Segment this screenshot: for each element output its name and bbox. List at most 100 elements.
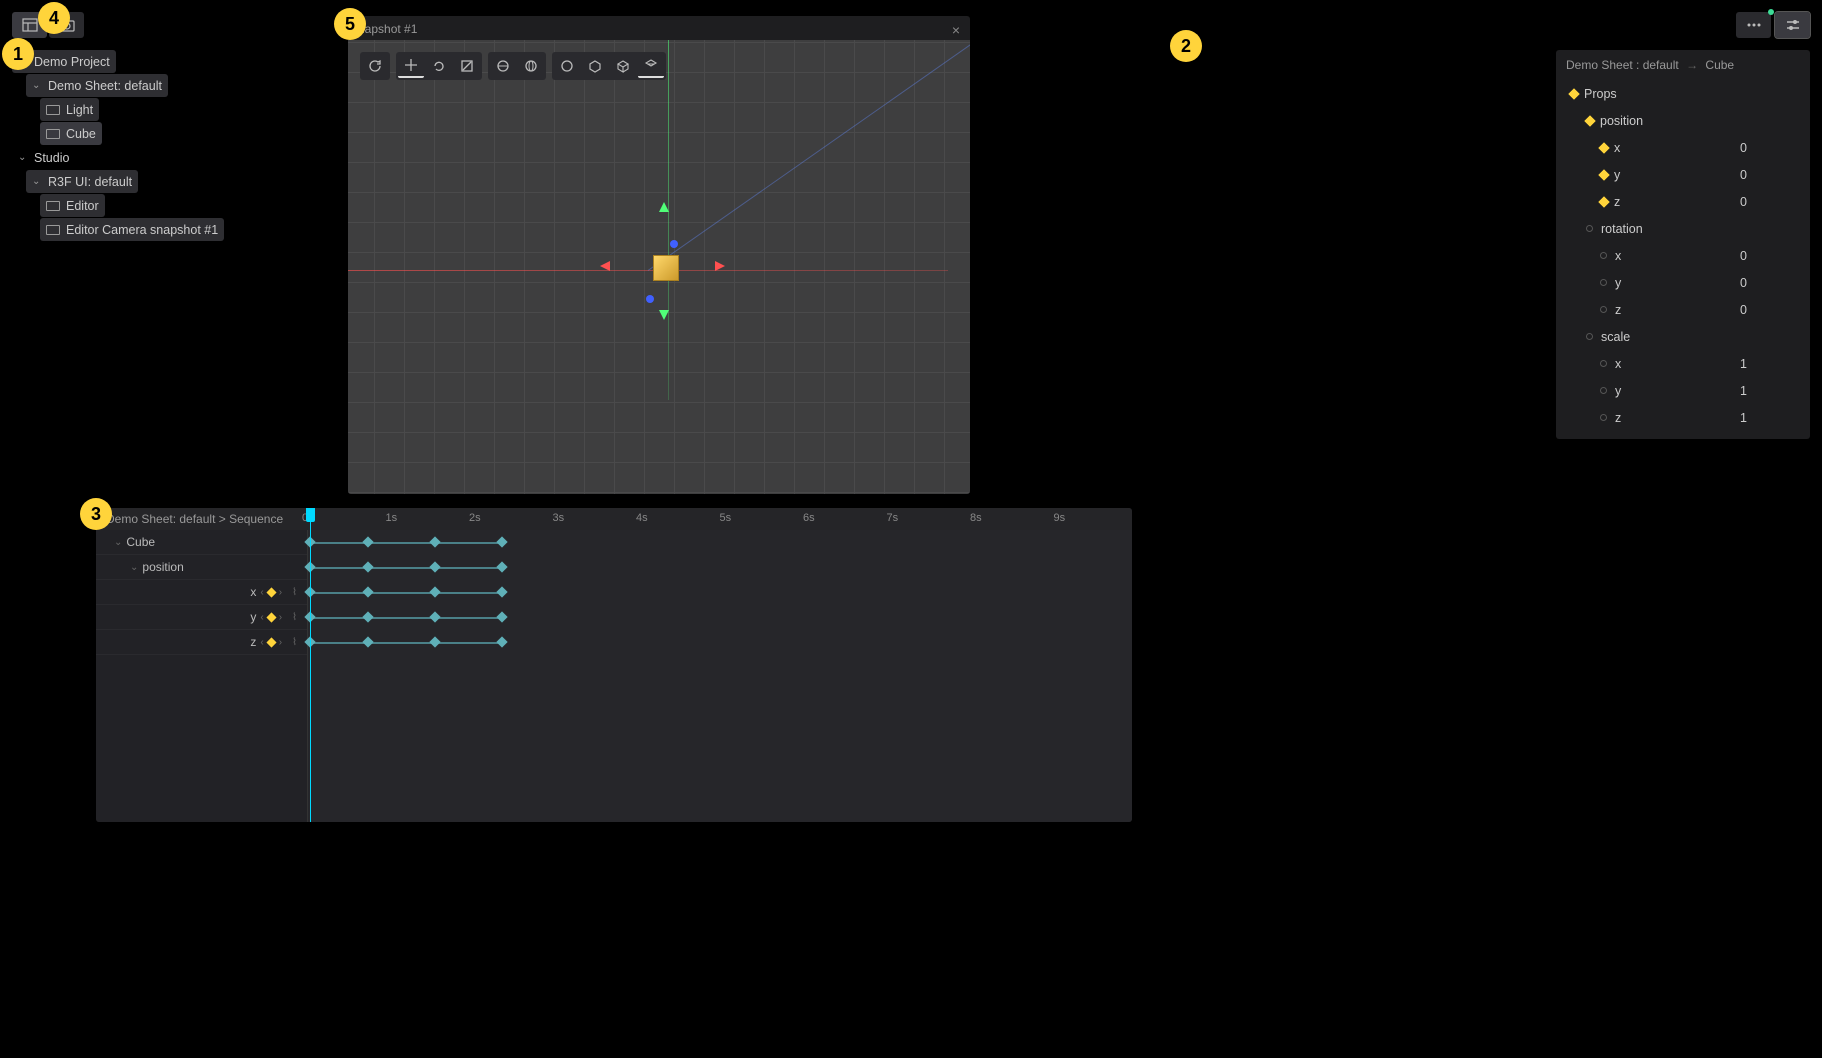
keyframe[interactable] bbox=[430, 636, 441, 647]
space-world-button[interactable] bbox=[490, 54, 516, 78]
arrow-x-pos[interactable] bbox=[715, 261, 725, 271]
r3f-row[interactable]: ⌄ R3F UI: default bbox=[26, 170, 138, 193]
keyframe[interactable] bbox=[430, 561, 441, 572]
editor-row[interactable]: Editor bbox=[40, 194, 105, 217]
keyframe-icon[interactable] bbox=[1598, 169, 1609, 180]
view-orbit-button[interactable] bbox=[554, 54, 580, 78]
sheet-row[interactable]: ⌄ Demo Sheet: default bbox=[26, 74, 168, 97]
keyframe-icon[interactable] bbox=[1584, 115, 1595, 126]
track-x[interactable]: x ‹› ⌇ bbox=[96, 580, 307, 605]
refresh-button[interactable] bbox=[362, 54, 388, 78]
value-input[interactable]: 0 bbox=[1740, 303, 1800, 317]
keyframe[interactable] bbox=[363, 536, 374, 547]
track-position[interactable]: ⌄ position bbox=[96, 555, 307, 580]
keyframe-icon[interactable] bbox=[1598, 196, 1609, 207]
keyframe-icon[interactable] bbox=[266, 612, 276, 622]
value-input[interactable]: 1 bbox=[1740, 411, 1800, 425]
keyframe[interactable] bbox=[363, 586, 374, 597]
ruler-tick: 1s bbox=[386, 512, 398, 524]
props-header[interactable]: Props bbox=[1556, 80, 1810, 107]
keyframe[interactable] bbox=[496, 536, 507, 547]
track-row[interactable] bbox=[308, 605, 1132, 630]
keyframe[interactable] bbox=[496, 586, 507, 597]
keyframe-icon[interactable] bbox=[1568, 88, 1579, 99]
prop-rotation[interactable]: rotation bbox=[1556, 215, 1810, 242]
keyframe-empty-icon[interactable] bbox=[1600, 279, 1607, 286]
chevron-down-icon: ⌄ bbox=[130, 562, 138, 573]
keyframe-icon[interactable] bbox=[266, 587, 276, 597]
keyframe[interactable] bbox=[363, 636, 374, 647]
scale-tool[interactable] bbox=[454, 54, 480, 78]
prop-scale[interactable]: scale bbox=[1556, 323, 1810, 350]
breadcrumb-sheet[interactable]: Demo Sheet : default bbox=[1566, 58, 1679, 72]
translate-tool[interactable] bbox=[398, 54, 424, 78]
value-input[interactable]: 0 bbox=[1740, 141, 1800, 155]
timeline-breadcrumb[interactable]: Demo Sheet: default > Sequence bbox=[96, 512, 308, 526]
timeline-panel: Demo Sheet: default > Sequence 0s1s2s3s4… bbox=[96, 508, 1132, 822]
keyframe[interactable] bbox=[496, 611, 507, 622]
keyframe[interactable] bbox=[496, 636, 507, 647]
arrow-y-neg[interactable] bbox=[659, 310, 669, 320]
cube-mesh[interactable] bbox=[653, 255, 679, 281]
value-input[interactable]: 0 bbox=[1740, 249, 1800, 263]
keyframe[interactable] bbox=[363, 611, 374, 622]
handle-z-neg[interactable] bbox=[646, 295, 654, 303]
timeline-ruler[interactable]: 0s1s2s3s4s5s6s7s8s9s bbox=[308, 508, 1132, 530]
keyframe-empty-icon[interactable] bbox=[1586, 225, 1593, 232]
keyframe[interactable] bbox=[430, 586, 441, 597]
value-input[interactable]: 0 bbox=[1740, 195, 1800, 209]
more-button[interactable] bbox=[1736, 12, 1771, 38]
rotate-tool[interactable] bbox=[426, 54, 452, 78]
notification-dot bbox=[1768, 9, 1774, 15]
value-input[interactable]: 0 bbox=[1740, 168, 1800, 182]
track-row[interactable] bbox=[308, 530, 1132, 555]
track-z[interactable]: z ‹› ⌇ bbox=[96, 630, 307, 655]
keyframe-empty-icon[interactable] bbox=[1600, 252, 1607, 259]
space-local-button[interactable] bbox=[518, 54, 544, 78]
track-y[interactable]: y ‹› ⌇ bbox=[96, 605, 307, 630]
playhead-handle[interactable] bbox=[306, 508, 315, 522]
viewport-canvas[interactable] bbox=[348, 40, 970, 494]
handle-z-pos[interactable] bbox=[670, 240, 678, 248]
value-input[interactable]: 0 bbox=[1740, 276, 1800, 290]
prop-position[interactable]: position bbox=[1556, 107, 1810, 134]
keyframe[interactable] bbox=[430, 536, 441, 547]
keyframe-empty-icon[interactable] bbox=[1600, 414, 1607, 421]
view-wire-button[interactable] bbox=[638, 54, 664, 78]
timeline-tracks-area[interactable] bbox=[308, 530, 1132, 822]
curve-icon[interactable]: ⌇ bbox=[292, 587, 297, 598]
view-cube-button[interactable] bbox=[582, 54, 608, 78]
curve-icon[interactable]: ⌇ bbox=[292, 612, 297, 623]
keyframe[interactable] bbox=[363, 561, 374, 572]
keyframe[interactable] bbox=[430, 611, 441, 622]
studio-row[interactable]: ⌄ Studio bbox=[12, 146, 292, 169]
value-input[interactable]: 1 bbox=[1740, 357, 1800, 371]
object-icon bbox=[46, 225, 60, 235]
keyframe-empty-icon[interactable] bbox=[1600, 306, 1607, 313]
close-icon[interactable]: × bbox=[952, 22, 960, 38]
keyframe-empty-icon[interactable] bbox=[1600, 360, 1607, 367]
track-cube[interactable]: ⌄ Cube bbox=[96, 530, 307, 555]
light-row[interactable]: Light bbox=[40, 98, 99, 121]
arrow-y-pos[interactable] bbox=[659, 202, 669, 212]
keyframe[interactable] bbox=[496, 561, 507, 572]
studio-label: Studio bbox=[34, 151, 69, 165]
transform-gizmo[interactable] bbox=[648, 250, 688, 290]
track-row[interactable] bbox=[308, 630, 1132, 655]
track-row[interactable] bbox=[308, 555, 1132, 580]
keyframe-icon[interactable] bbox=[266, 637, 276, 647]
curve-icon[interactable]: ⌇ bbox=[292, 637, 297, 648]
cube-row[interactable]: Cube bbox=[40, 122, 102, 145]
breadcrumb-object[interactable]: Cube bbox=[1705, 58, 1734, 72]
value-input[interactable]: 1 bbox=[1740, 384, 1800, 398]
snapshot-row[interactable]: Editor Camera snapshot #1 bbox=[40, 218, 224, 241]
sliders-button[interactable] bbox=[1775, 12, 1810, 38]
playhead[interactable] bbox=[310, 508, 311, 822]
keyframe-icon[interactable] bbox=[1598, 142, 1609, 153]
keyframe-empty-icon[interactable] bbox=[1600, 387, 1607, 394]
view-box-button[interactable] bbox=[610, 54, 636, 78]
cube-label: Cube bbox=[66, 127, 96, 141]
track-row[interactable] bbox=[308, 580, 1132, 605]
arrow-x-neg[interactable] bbox=[600, 261, 610, 271]
keyframe-empty-icon[interactable] bbox=[1586, 333, 1593, 340]
